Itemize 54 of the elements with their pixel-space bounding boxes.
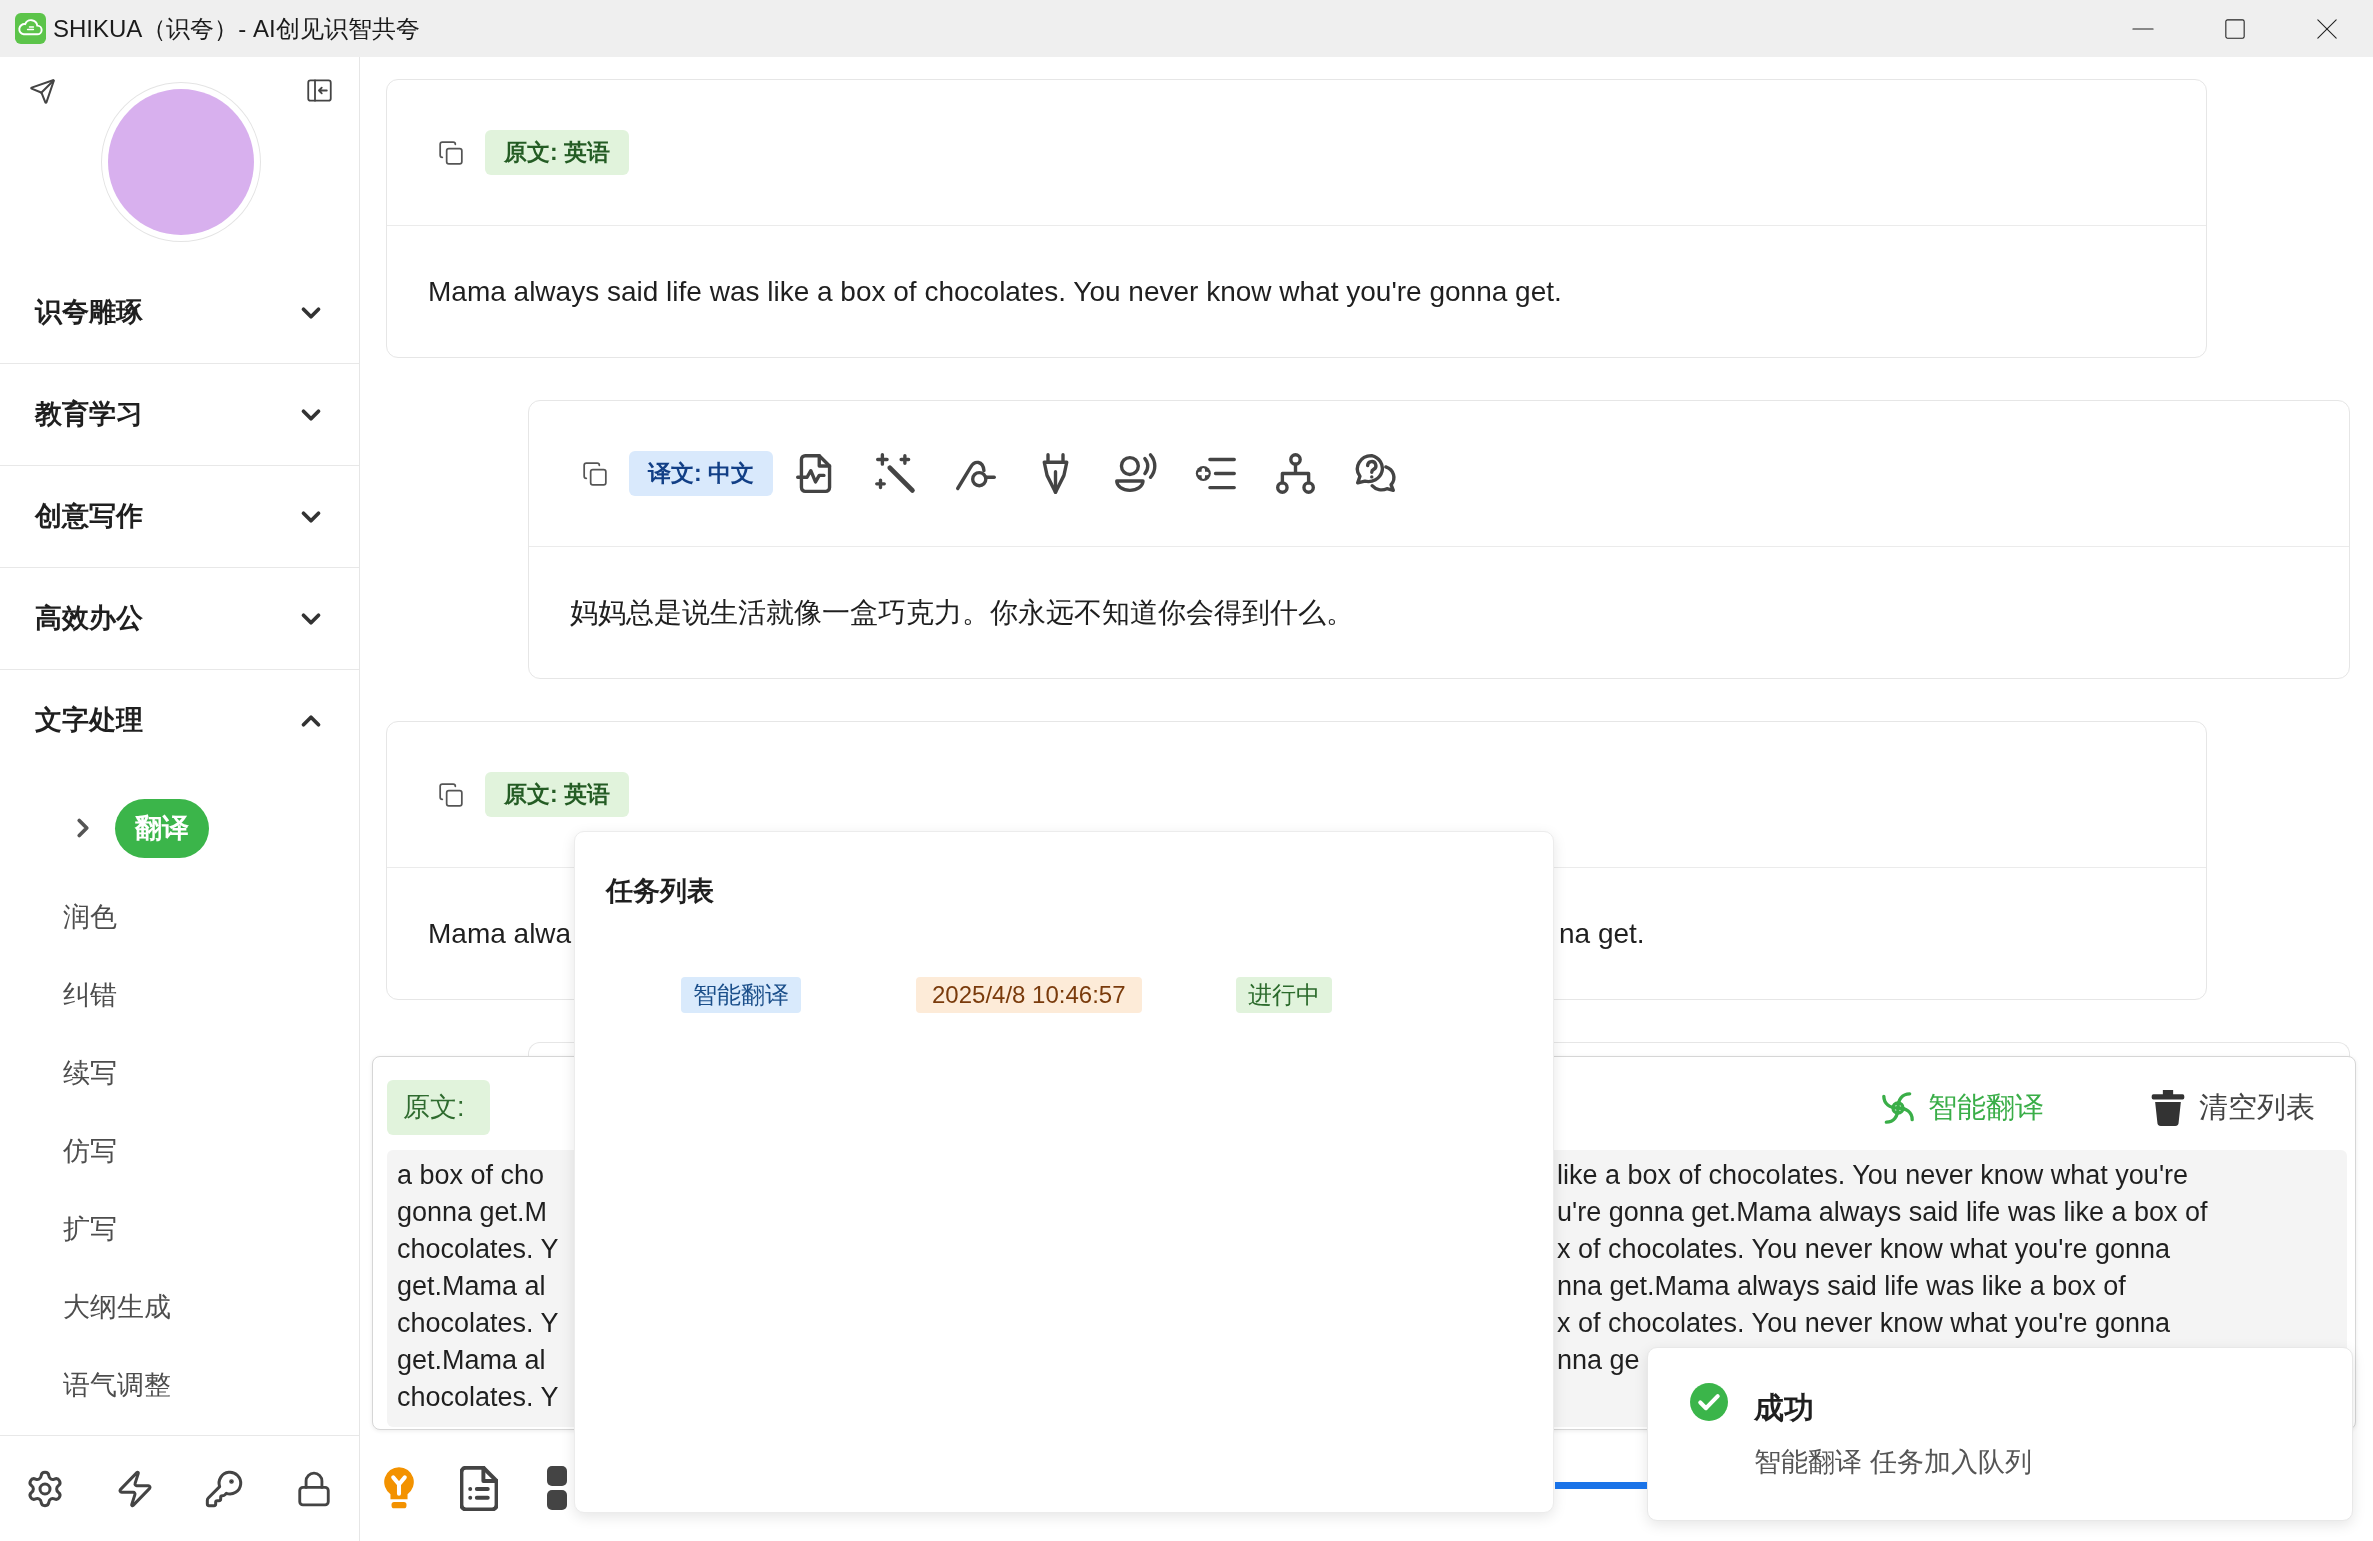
category-header[interactable]: 文字处理 [0,670,359,771]
status-tag: 进行中 [1236,977,1332,1013]
text-line: like a box of chocolates. You never know what you're [1557,1159,2189,1192]
menu-item[interactable]: 续写 [63,1052,117,1094]
text-line: get.Mama al [397,1345,546,1375]
category-header[interactable]: 创意写作 [0,466,359,567]
category-header[interactable]: 识夸雕琢 [0,262,359,363]
cloud-app-icon [15,13,46,44]
blocks-icon[interactable] [547,1466,567,1510]
text-line: a box of cho [397,1160,545,1190]
text-line: nna get.Mama always said life was like a box of [1557,1270,2126,1303]
text-line: get.Mama al [397,1271,546,1301]
copy-icon[interactable] [438,781,464,808]
popup-title: 任务列表 [606,875,714,908]
menu-item[interactable]: 语气调整 [63,1364,171,1406]
text-line: chocolates. Y [397,1234,559,1264]
category-header[interactable]: 教育学习 [0,364,359,465]
category-header[interactable]: 高效办公 [0,568,359,669]
document-list-icon[interactable] [460,1465,498,1511]
trash-icon [2151,1089,2185,1126]
maximize-icon[interactable] [2225,18,2245,39]
copy-icon[interactable] [582,460,608,487]
text-line: x of chocolates. You never know what you're gonna [1557,1307,2171,1340]
toast-title: 成功 [1754,1390,1814,1426]
message-text: Mama alwa [428,917,572,949]
language-badge: 原文: 英语 [485,130,630,175]
close-icon[interactable] [2317,18,2337,39]
copy-icon[interactable] [438,139,464,166]
text-line: u're gonna get.Mama always said life was like a box of [1557,1196,2208,1229]
menu-item[interactable]: 大纲生成 [63,1286,171,1328]
menu-item[interactable]: 润色 [63,896,117,938]
menu-item[interactable]: 纠错 [63,974,117,1016]
message-text: 妈妈总是说生活就像一盒巧克力。你永远不知道你会得到什么。 [570,595,1354,630]
text-line: chocolates. Y [397,1382,559,1412]
menu-item[interactable]: 扩写 [63,1208,117,1250]
send-icon[interactable] [29,78,56,105]
check-circle-icon [1690,1383,1728,1421]
language-badge: 原文: 英语 [485,772,630,817]
language-badge: 译文: 中文 [629,451,774,496]
timestamp-tag: 2025/4/8 10:46:57 [916,977,1142,1013]
menu-item[interactable]: 仿写 [63,1130,117,1172]
text-line: x of chocolates. You never know what you're gonna [1557,1233,2171,1266]
text-line: chocolates. Y [397,1308,559,1338]
message-text: na get. [1559,916,1645,951]
clear-list-button[interactable]: 清空列表 [2151,1085,2315,1130]
source-tab[interactable]: 原文: [387,1080,490,1135]
collapse-sidebar-icon[interactable] [306,77,333,104]
toast-message: 智能翻译 任务加入队列 [1754,1446,2032,1479]
text-line: gonna get.M [397,1197,548,1227]
text-line: nna ge [1557,1344,1640,1377]
key-icon[interactable] [204,1468,245,1509]
task-name-tag: 智能翻译 [681,977,801,1013]
window-title: SHIKUA（识夸）- AI创见识智共夸 [53,13,420,44]
message-text: Mama always said life was like a box of chocolates. You never know what you're gonna get. [428,274,1562,309]
